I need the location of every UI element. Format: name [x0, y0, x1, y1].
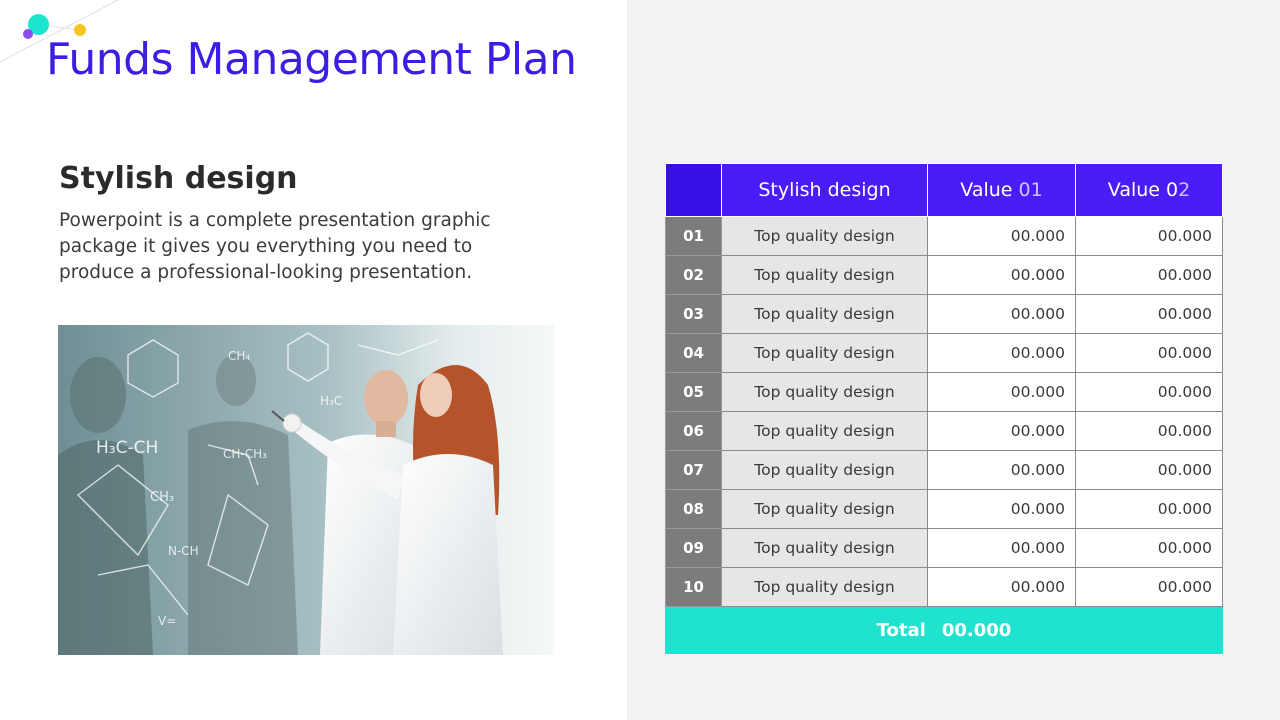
page-title: Funds Management Plan [46, 34, 577, 85]
row-index: 01 [665, 216, 722, 256]
total-label: Total [876, 619, 926, 641]
total-cell: Total 00.000 [665, 606, 1223, 654]
row-value-2: 00.000 [1075, 450, 1223, 490]
header-value-02-main: Value 0 [1107, 179, 1179, 201]
row-index: 10 [665, 567, 722, 607]
funds-table: Stylish design Value 01 Value 02 01 Top … [665, 163, 1223, 654]
row-index: 02 [665, 255, 722, 295]
row-value-1: 00.000 [927, 294, 1076, 334]
row-value-2: 00.000 [1075, 255, 1223, 295]
total-value: 00.000 [941, 619, 1012, 641]
row-value-2: 00.000 [1075, 333, 1223, 373]
board-text-6: V= [158, 614, 176, 628]
row-value-2: 00.000 [1075, 216, 1223, 256]
header-stylish-design: Stylish design [721, 163, 928, 217]
header-value-02-number: 2 [1178, 179, 1191, 201]
row-value-1: 00.000 [927, 372, 1076, 412]
row-index: 05 [665, 372, 722, 412]
row-name: Top quality design [721, 450, 928, 490]
header-value-01-number: 01 [1018, 179, 1043, 201]
board-text-7: CH-CH₃ [223, 447, 267, 461]
row-value-2: 00.000 [1075, 372, 1223, 412]
row-value-1: 00.000 [927, 333, 1076, 373]
row-name: Top quality design [721, 567, 928, 607]
table-row: 06 Top quality design 00.000 00.000 [665, 411, 1223, 451]
row-value-1: 00.000 [927, 450, 1076, 490]
board-text-3: CH₄ [228, 349, 250, 363]
section-heading: Stylish design [59, 161, 298, 196]
table-row: 10 Top quality design 00.000 00.000 [665, 567, 1223, 607]
row-value-1: 00.000 [927, 528, 1076, 568]
row-name: Top quality design [721, 216, 928, 256]
table-header-row: Stylish design Value 01 Value 02 [665, 163, 1223, 217]
row-value-1: 00.000 [927, 489, 1076, 529]
header-corner-cell [665, 163, 722, 217]
row-name: Top quality design [721, 528, 928, 568]
row-index: 06 [665, 411, 722, 451]
row-value-1: 00.000 [927, 216, 1076, 256]
board-text-2: CH₃ [150, 490, 174, 505]
row-value-2: 00.000 [1075, 567, 1223, 607]
row-value-1: 00.000 [927, 411, 1076, 451]
board-text-4: H₃C [320, 394, 342, 408]
table-row: 08 Top quality design 00.000 00.000 [665, 489, 1223, 529]
row-index: 09 [665, 528, 722, 568]
row-value-1: 00.000 [927, 255, 1076, 295]
row-name: Top quality design [721, 489, 928, 529]
table-row: 01 Top quality design 00.000 00.000 [665, 216, 1223, 256]
header-value-01-main: Value [960, 179, 1019, 201]
table-row: 09 Top quality design 00.000 00.000 [665, 528, 1223, 568]
row-value-2: 00.000 [1075, 411, 1223, 451]
row-name: Top quality design [721, 294, 928, 334]
row-name: Top quality design [721, 411, 928, 451]
table-row: 02 Top quality design 00.000 00.000 [665, 255, 1223, 295]
row-index: 03 [665, 294, 722, 334]
board-text-1: H₃C-CH [96, 438, 158, 458]
header-value-02: Value 02 [1075, 163, 1223, 217]
decorative-dot-purple [23, 29, 33, 39]
table-row: 03 Top quality design 00.000 00.000 [665, 294, 1223, 334]
table-row: 07 Top quality design 00.000 00.000 [665, 450, 1223, 490]
row-name: Top quality design [721, 372, 928, 412]
row-value-1: 00.000 [927, 567, 1076, 607]
row-name: Top quality design [721, 333, 928, 373]
row-value-2: 00.000 [1075, 489, 1223, 529]
row-name: Top quality design [721, 255, 928, 295]
table-total-row: Total 00.000 [665, 606, 1223, 654]
row-index: 07 [665, 450, 722, 490]
table-row: 05 Top quality design 00.000 00.000 [665, 372, 1223, 412]
section-body-text: Powerpoint is a complete presentation gr… [59, 210, 491, 283]
scientists-photo: H₃C-CH CH₃ CH₄ H₃C N-CH V= CH-CH₃ [58, 325, 554, 655]
board-text-5: N-CH [168, 544, 199, 558]
row-index: 04 [665, 333, 722, 373]
table-row: 04 Top quality design 00.000 00.000 [665, 333, 1223, 373]
header-value-01: Value 01 [927, 163, 1076, 217]
row-index: 08 [665, 489, 722, 529]
row-value-2: 00.000 [1075, 528, 1223, 568]
row-value-2: 00.000 [1075, 294, 1223, 334]
